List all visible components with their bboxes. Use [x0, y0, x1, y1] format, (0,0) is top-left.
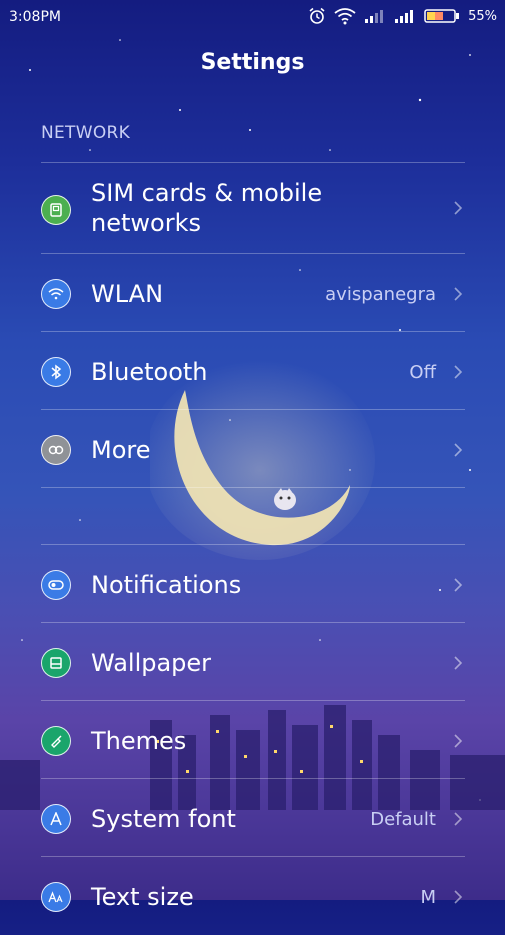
status-bar: 3:08PM 55%	[0, 0, 505, 34]
chevron-right-icon	[454, 812, 463, 826]
row-label: More	[91, 436, 151, 464]
settings-row-text-size[interactable]: Text size M	[41, 856, 465, 935]
notification-icon	[41, 570, 71, 600]
settings-row-system-font[interactable]: System font Default	[41, 778, 465, 857]
signal-icon	[395, 10, 414, 23]
chevron-right-icon	[454, 287, 463, 301]
sim-card-icon	[41, 195, 71, 225]
link-icon	[41, 435, 71, 465]
settings-row-more[interactable]: More	[41, 409, 465, 488]
row-label: Notifications	[91, 571, 242, 599]
battery-percentage: 55%	[468, 8, 497, 24]
brush-icon	[41, 726, 71, 756]
row-value: Default	[370, 809, 436, 830]
chevron-right-icon	[454, 201, 463, 215]
row-value: avispanegra	[325, 284, 436, 305]
settings-row-themes[interactable]: Themes	[41, 700, 465, 779]
row-label: Themes	[91, 727, 187, 755]
row-label: Bluetooth	[91, 358, 208, 386]
chevron-right-icon	[454, 578, 463, 592]
chevron-right-icon	[454, 443, 463, 457]
chevron-right-icon	[454, 890, 463, 904]
wifi-icon	[41, 279, 71, 309]
row-value: M	[420, 887, 436, 908]
row-value: Off	[409, 362, 436, 383]
section-header-network: NETWORK	[41, 123, 131, 143]
signal-icon	[365, 10, 384, 23]
battery-icon	[424, 9, 460, 23]
page-title: Settings	[200, 50, 305, 75]
row-label: Wallpaper	[91, 649, 212, 677]
chevron-right-icon	[454, 734, 463, 748]
wallpaper-icon	[41, 648, 71, 678]
settings-row-sim-cards[interactable]: SIM cards & mobile networks	[41, 162, 465, 253]
row-label: WLAN	[91, 280, 164, 308]
text-size-icon	[41, 882, 71, 912]
chevron-right-icon	[454, 656, 463, 670]
settings-row-notifications[interactable]: Notifications	[41, 544, 465, 623]
settings-row-bluetooth[interactable]: Bluetooth Off	[41, 331, 465, 410]
section-divider	[41, 487, 465, 545]
settings-row-wlan[interactable]: WLAN avispanegra	[41, 253, 465, 332]
alarm-icon	[309, 7, 325, 24]
chevron-right-icon	[454, 365, 463, 379]
row-label: System font	[91, 805, 236, 833]
row-label: Text size	[91, 883, 194, 911]
status-time: 3:08PM	[9, 9, 61, 25]
bluetooth-icon	[41, 357, 71, 387]
row-label: SIM cards & mobile networks	[91, 179, 323, 237]
settings-row-wallpaper[interactable]: Wallpaper	[41, 622, 465, 701]
font-icon	[41, 804, 71, 834]
wifi-icon	[334, 8, 356, 25]
